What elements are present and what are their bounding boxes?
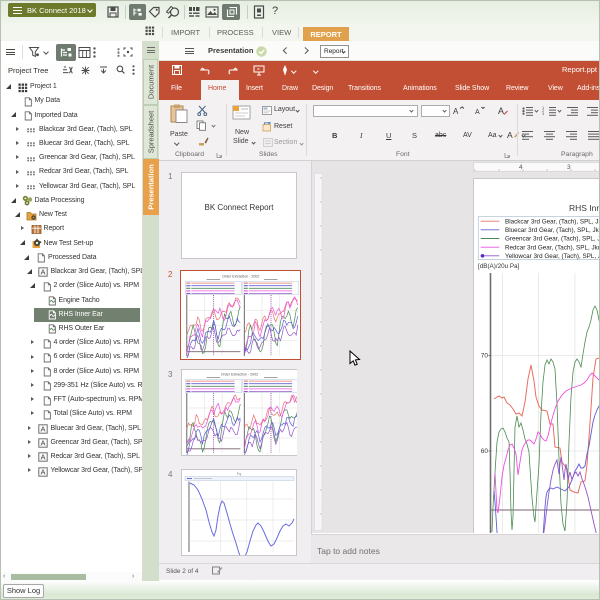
svg-text:[dB(A)/20u Pa]: [dB(A)/20u Pa] bbox=[478, 263, 520, 270]
svg-text:A: A bbox=[40, 439, 45, 448]
svg-text:A: A bbox=[475, 109, 480, 116]
svg-text:A: A bbox=[40, 268, 45, 277]
svg-text:Bluecar 3rd Gear, (Tach), SPL,: Bluecar 3rd Gear, (Tach), SPL, Jku bbox=[505, 227, 600, 234]
svg-text:Greencar 3rd Gear, (Tach), SPL: Greencar 3rd Gear, (Tach), SPL, Jk bbox=[505, 236, 600, 243]
svg-text:Blackcar 3rd Gear, (Tach), SPL: Blackcar 3rd Gear, (Tach), SPL, Jku bbox=[505, 218, 600, 225]
svg-text:A: A bbox=[40, 453, 45, 462]
svg-text:RHS Inner Ear: RHS Inner Ear bbox=[569, 203, 600, 213]
svg-text:Order Extraction - 2002: Order Extraction - 2002 bbox=[222, 275, 259, 279]
svg-text:A: A bbox=[453, 107, 459, 116]
svg-text:A: A bbox=[507, 130, 513, 140]
svg-text:A: A bbox=[40, 425, 45, 434]
svg-text:A: A bbox=[40, 467, 45, 476]
svg-text:Redcar 3rd Gear, (Tach), SPL,: Redcar 3rd Gear, (Tach), SPL, Jku bbox=[505, 244, 600, 251]
svg-text:Yellowcar 3rd Gear, (Tach), SP: Yellowcar 3rd Gear, (Tach), SPL, J bbox=[505, 253, 600, 260]
svg-text:60: 60 bbox=[481, 448, 489, 455]
svg-text:Order Extraction - 2002: Order Extraction - 2002 bbox=[221, 373, 258, 377]
svg-text:A: A bbox=[498, 106, 504, 116]
svg-text:70: 70 bbox=[481, 353, 489, 360]
